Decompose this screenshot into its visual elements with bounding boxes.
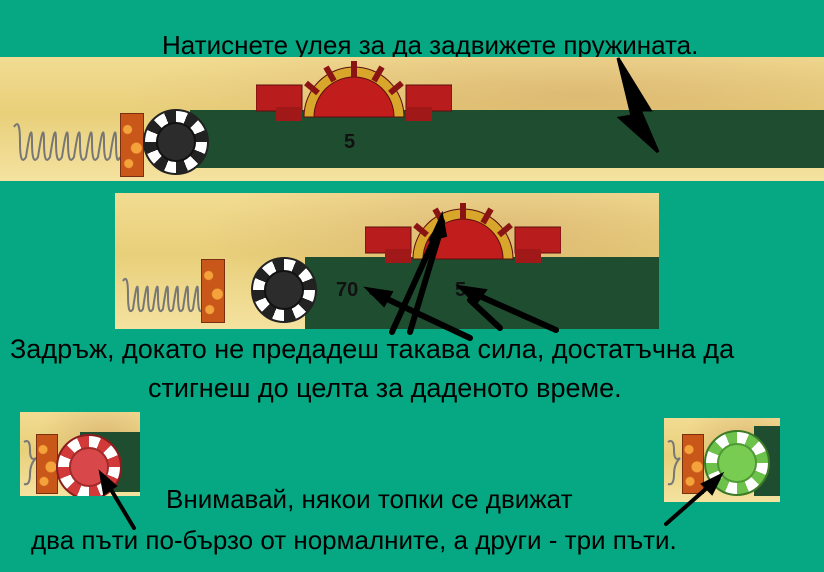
annotation-arrows <box>98 57 725 530</box>
arrow-icon <box>616 57 660 154</box>
arrow-icon <box>363 286 394 308</box>
